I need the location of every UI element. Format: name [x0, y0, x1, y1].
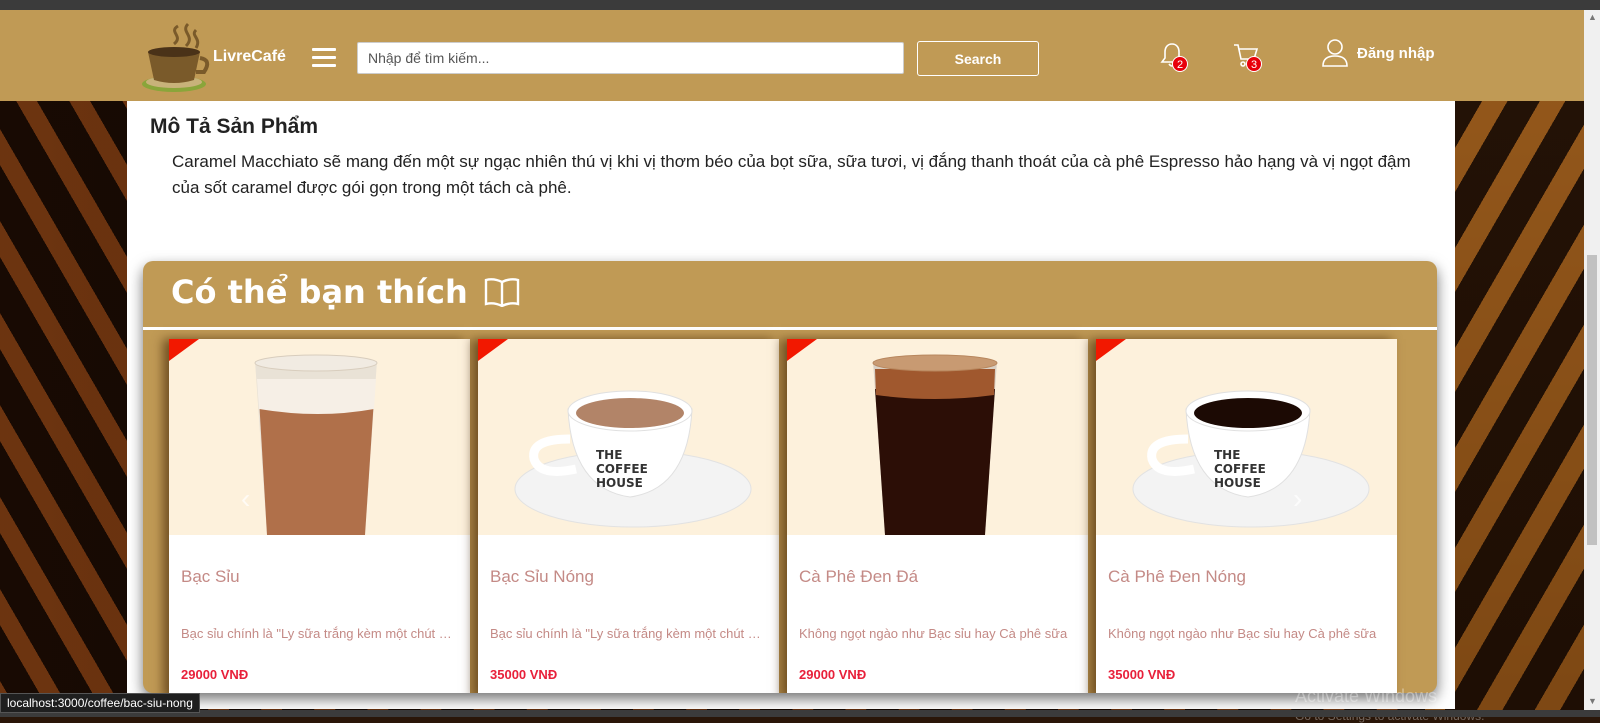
product-image[interactable]: THE COFFEE HOUSE [1096, 339, 1397, 535]
scroll-down-icon[interactable]: ▼ [1588, 696, 1597, 706]
product-image[interactable] [169, 339, 470, 535]
search-input[interactable] [357, 42, 904, 74]
cart-button[interactable]: 3 [1232, 42, 1266, 76]
coffee-cup-logo-icon[interactable] [138, 22, 214, 94]
svg-text:THE: THE [596, 448, 622, 462]
browser-bottom-strip [0, 710, 1600, 717]
product-price: 35000 VNĐ [1108, 667, 1176, 682]
svg-text:HOUSE: HOUSE [1214, 476, 1261, 490]
product-card[interactable]: Cà Phê Đen Đá Không ngọt ngào như Bạc sỉ… [787, 339, 1088, 693]
scroll-thumb[interactable] [1587, 255, 1597, 545]
description-title: Mô Tả Sản Phẩm [150, 115, 319, 138]
product-price: 29000 VNĐ [799, 667, 867, 682]
carousel-prev-icon[interactable]: ‹ [241, 483, 250, 515]
notification-bell-button[interactable]: 2 [1160, 42, 1190, 76]
product-image[interactable]: THE COFFEE HOUSE [478, 339, 779, 535]
hot-black-coffee-cup-image: THE COFFEE HOUSE [1132, 390, 1370, 528]
product-card[interactable]: THE COFFEE HOUSE Bạc Sỉu Nóng Bạc sỉu ch… [478, 339, 779, 693]
svg-text:THE: THE [1214, 448, 1240, 462]
product-description: Bạc sỉu chính là "Ly sữa trắng kèm một c… [490, 626, 766, 641]
product-card[interactable]: THE COFFEE HOUSE Cà Phê Đen Nóng Không n… [1096, 339, 1397, 693]
suggestion-header: Có thể bạn thích [171, 273, 520, 311]
main-content: Mô Tả Sản Phẩm Caramel Macchiato sẽ mang… [127, 101, 1455, 709]
product-name[interactable]: Cà Phê Đen Đá [799, 567, 918, 587]
product-description: Bạc sỉu chính là "Ly sữa trắng kèm một c… [181, 626, 457, 641]
description-text: Caramel Macchiato sẽ mang đến một sự ngạ… [172, 152, 1411, 197]
login-label: Đăng nhập [1357, 44, 1435, 62]
notification-count-badge: 2 [1172, 56, 1188, 72]
activate-windows-watermark: Activate Windows [1295, 686, 1438, 706]
ribbon-corner [787, 339, 817, 361]
product-description: Không ngọt ngào như Bạc sỉu hay Cà phê s… [799, 626, 1068, 641]
ribbon-corner [478, 339, 508, 361]
product-price: 35000 VNĐ [490, 667, 558, 682]
page-scrollbar[interactable]: ▲ ▼ [1584, 10, 1600, 710]
product-price: 29000 VNĐ [181, 667, 249, 682]
product-name[interactable]: Bạc Sỉu [181, 567, 240, 587]
svg-text:COFFEE: COFFEE [596, 462, 648, 476]
scroll-up-icon[interactable]: ▲ [1588, 12, 1597, 22]
cart-count-badge: 3 [1246, 56, 1262, 72]
product-image[interactable] [787, 339, 1088, 535]
suggestion-title: Có thể bạn thích [171, 273, 468, 311]
navbar: LivreCafé Search 2 3 Đăng nhập [0, 10, 1584, 101]
search-button[interactable]: Search [917, 41, 1039, 76]
suggestion-divider [143, 327, 1437, 330]
ribbon-corner [169, 339, 199, 361]
status-bar-url: localhost:3000/coffee/bac-siu-nong [0, 693, 200, 713]
carousel-next-icon[interactable]: › [1293, 483, 1302, 515]
browser-top-strip [0, 0, 1600, 10]
iced-milk-coffee-image [254, 354, 378, 535]
svg-text:COFFEE: COFFEE [1214, 462, 1266, 476]
svg-text:HOUSE: HOUSE [596, 476, 643, 490]
open-book-icon [484, 278, 519, 307]
product-card[interactable]: Bạc Sỉu Bạc sỉu chính là "Ly sữa trắng k… [169, 339, 470, 693]
hot-latte-cup-image: THE COFFEE HOUSE [514, 390, 752, 528]
ribbon-corner [1096, 339, 1126, 361]
user-icon [1322, 39, 1348, 67]
product-name[interactable]: Bạc Sỉu Nóng [490, 567, 594, 587]
suggestion-section: Có thể bạn thích Bạc Sỉu Bạc sỉu chính l… [143, 261, 1437, 693]
brand-name[interactable]: LivreCafé [213, 48, 286, 66]
product-description: Không ngọt ngào như Bạc sỉu hay Cà phê s… [1108, 626, 1377, 641]
login-button[interactable]: Đăng nhập [1321, 38, 1435, 68]
product-name[interactable]: Cà Phê Đen Nóng [1108, 567, 1246, 587]
iced-black-coffee-image [872, 354, 998, 535]
hamburger-menu-icon[interactable] [312, 48, 336, 68]
